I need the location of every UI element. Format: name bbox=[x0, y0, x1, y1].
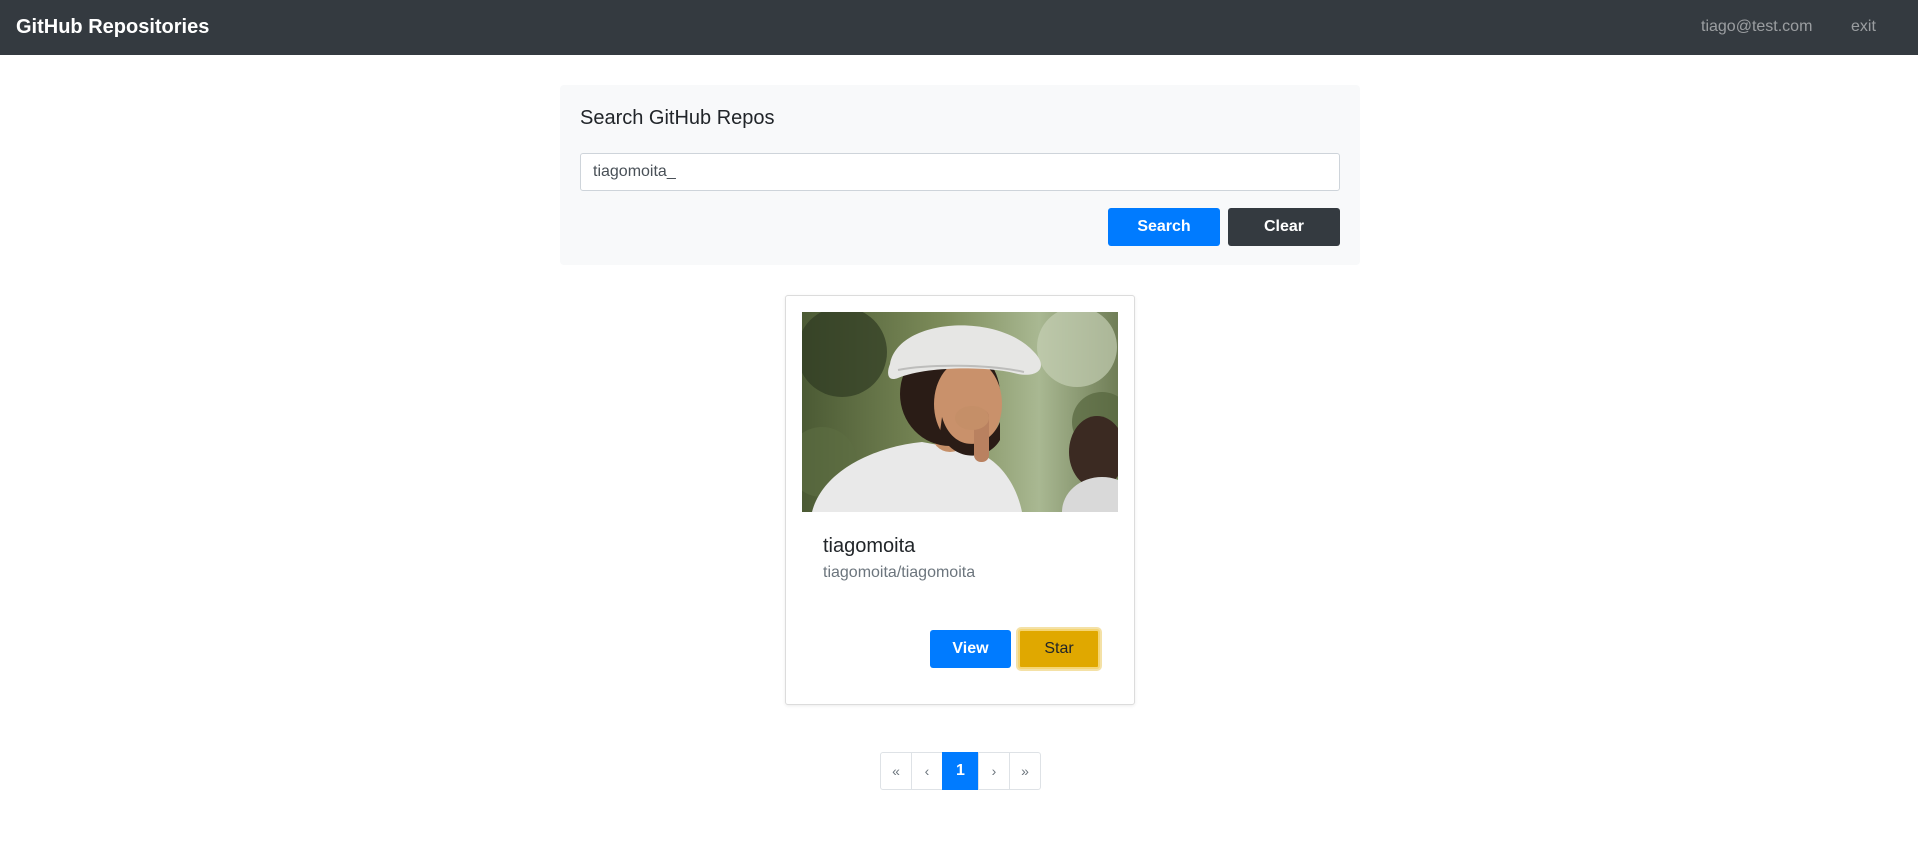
pagination: « ‹ 1 › » bbox=[880, 752, 1041, 790]
view-button[interactable]: View bbox=[930, 630, 1011, 668]
page-last-button[interactable]: » bbox=[1009, 752, 1041, 790]
user-email-link[interactable]: tiago@test.com bbox=[1701, 17, 1812, 37]
app-brand[interactable]: GitHub Repositories bbox=[16, 15, 209, 39]
repo-card: tiagomoita tiagomoita/tiagomoita View St… bbox=[785, 295, 1135, 705]
avatar-photo bbox=[802, 312, 1118, 512]
avatar bbox=[802, 312, 1118, 512]
page-prev-button[interactable]: ‹ bbox=[911, 752, 943, 790]
repo-full-name: tiagomoita/tiagomoita bbox=[823, 564, 976, 581]
search-button[interactable]: Search bbox=[1108, 208, 1220, 246]
page-first-button[interactable]: « bbox=[880, 752, 912, 790]
clear-button[interactable]: Clear bbox=[1228, 208, 1340, 246]
exit-link[interactable]: exit bbox=[1851, 17, 1876, 37]
star-button[interactable]: Star bbox=[1018, 629, 1100, 669]
top-navbar: GitHub Repositories tiago@test.com exit bbox=[0, 0, 1918, 55]
search-title: Search GitHub Repos bbox=[580, 107, 775, 129]
page-current-button[interactable]: 1 bbox=[942, 752, 979, 790]
page-next-button[interactable]: › bbox=[978, 752, 1010, 790]
search-input[interactable] bbox=[580, 153, 1340, 191]
search-panel: Search GitHub Repos Search Clear bbox=[560, 85, 1360, 265]
repo-owner-name: tiagomoita bbox=[823, 535, 916, 557]
